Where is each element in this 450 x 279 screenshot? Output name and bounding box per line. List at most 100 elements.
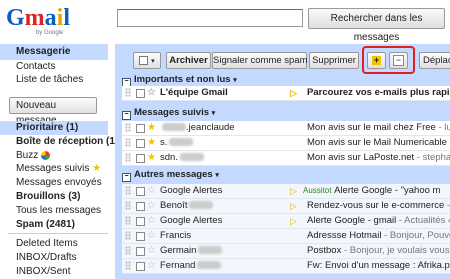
folder-deleted-items[interactable]: Deleted Items [16, 238, 78, 249]
row-checkbox[interactable] [136, 89, 145, 98]
folder-sent[interactable]: Messages envoyés [16, 177, 102, 188]
logo-text: Gmail [6, 5, 71, 31]
row-checkbox[interactable] [136, 232, 145, 241]
drag-handle-icon[interactable] [125, 186, 131, 195]
sidebar-item-messagerie[interactable]: Messagerie [16, 46, 70, 57]
importance-marker-icon[interactable]: ▷ [290, 86, 297, 100]
row-checkbox[interactable] [136, 124, 145, 133]
section-important-label: Importants et non lus [134, 74, 231, 85]
search-input[interactable] [117, 9, 303, 27]
collapse-icon: − [122, 173, 131, 182]
folder-spam[interactable]: Spam (2481) [16, 219, 75, 230]
drag-handle-icon[interactable] [125, 201, 131, 210]
star-icon[interactable]: ☆ [147, 229, 156, 243]
drag-handle-icon[interactable] [125, 216, 131, 225]
subject: Alerte Google - gmail - Actualités 4 [307, 215, 450, 226]
label-tag: Aussitot [303, 186, 332, 195]
mark-unimportant-button[interactable]: − [389, 52, 408, 69]
star-icon[interactable]: ☆ [147, 86, 156, 100]
sidebar-item-tasks[interactable]: Liste de tâches [16, 74, 83, 85]
email-row[interactable]: ☆ Google Alertes ▷ Alerte Google - gmail… [122, 214, 450, 229]
mark-important-button[interactable]: + [367, 52, 386, 69]
row-checkbox[interactable] [136, 187, 145, 196]
row-checkbox[interactable] [136, 202, 145, 211]
star-icon[interactable]: ☆ [147, 244, 156, 258]
folder-buzz-label: Buzz [16, 150, 39, 161]
sender: Germain [160, 244, 223, 258]
folder-buzz[interactable]: Buzz [16, 150, 51, 161]
collapse-icon: − [122, 111, 131, 120]
email-row[interactable]: ☆ Benoît ▷ Rendez-vous sur le e-commerce… [122, 199, 450, 214]
drag-handle-icon[interactable] [125, 261, 131, 270]
sender: .jeanclaude [160, 121, 235, 135]
folder-starred[interactable]: Messages suivis ★ [16, 163, 101, 174]
row-checkbox[interactable] [136, 139, 145, 148]
section-important[interactable]: − Importants et non lus ▾ [120, 74, 450, 87]
star-icon[interactable]: ☆ [147, 184, 156, 198]
star-icon[interactable]: ☆ [147, 214, 156, 228]
star-icon[interactable]: ☆ [147, 259, 156, 273]
drag-handle-icon[interactable] [125, 246, 131, 255]
row-checkbox[interactable] [136, 154, 145, 163]
email-row[interactable]: ☆ L'équipe Gmail ▷ Parcourez vos e-mails… [122, 86, 450, 101]
row-checkbox[interactable] [136, 262, 145, 271]
buzz-icon [41, 150, 51, 160]
redacted-name [189, 201, 214, 210]
email-row[interactable]: ★ s. Mon avis sur le Mail Numericable - [122, 136, 450, 151]
gmail-logo[interactable]: Gmail by Google [6, 6, 82, 42]
folder-inbox-drafts[interactable]: INBOX/Drafts [16, 252, 77, 263]
chevron-down-icon: ▾ [215, 172, 219, 179]
email-row[interactable]: ☆ Germain Postbox - Bonjour, je voulais … [122, 244, 450, 259]
drag-handle-icon[interactable] [125, 123, 131, 132]
sender: L'équipe Gmail [160, 87, 228, 98]
email-row[interactable]: ☆ Google Alertes ▷ Aussitot Alerte Googl… [122, 184, 450, 199]
compose-button[interactable]: Nouveau message [9, 97, 97, 126]
email-row[interactable]: ☆ Fernand Fw: Envoi d'un message : Afrik… [122, 259, 450, 274]
sender: Fernand [160, 259, 222, 273]
email-row[interactable]: ★ sdn. Mon avis sur LaPoste.net - stepha… [122, 151, 450, 166]
drag-handle-icon[interactable] [125, 231, 131, 240]
sender: s. [160, 136, 194, 150]
section-others[interactable]: − Autres messages ▾ [120, 169, 450, 182]
row-checkbox[interactable] [136, 247, 145, 256]
sender: Benoît [160, 199, 214, 213]
sender: Google Alertes [160, 215, 223, 226]
chevron-down-icon: ▾ [233, 77, 237, 84]
chevron-down-icon: ▾ [151, 58, 155, 65]
drag-handle-icon[interactable] [125, 88, 131, 97]
redacted-name [179, 153, 204, 162]
row-checkbox[interactable] [136, 217, 145, 226]
subject: Parcourez vos e-mails plus rapid [307, 87, 450, 98]
star-icon[interactable]: ☆ [147, 199, 156, 213]
delete-button[interactable]: Supprimer [309, 52, 359, 69]
star-icon[interactable]: ★ [147, 121, 156, 135]
importance-marker-icon[interactable]: ▷ [290, 184, 297, 198]
archive-button[interactable]: Archiver [166, 52, 211, 69]
folder-inbox[interactable]: Boîte de réception (1) [16, 136, 118, 147]
chevron-down-icon: ▾ [211, 110, 216, 117]
select-dropdown[interactable]: ▾ [133, 52, 161, 69]
folder-all-mail[interactable]: Tous les messages [16, 205, 101, 216]
subject: Aussitot Alerte Google - "yahoo m [303, 185, 441, 196]
move-to-button[interactable]: Déplace [419, 52, 450, 69]
subject: Rendez-vous sur le e-commerce - S [307, 200, 450, 211]
section-starred-label: Messages suivis [134, 107, 209, 118]
important-plus-icon: + [372, 55, 381, 65]
subject: Mon avis sur LaPoste.net - stephan [307, 152, 450, 163]
drag-handle-icon[interactable] [125, 153, 131, 162]
email-row[interactable]: ★ .jeanclaude Mon avis sur le mail chez … [122, 121, 450, 136]
report-spam-button[interactable]: Signaler comme spam [212, 52, 308, 69]
drag-handle-icon[interactable] [125, 138, 131, 147]
folder-drafts[interactable]: Brouillons (3) [16, 191, 80, 202]
email-row[interactable]: ☆ Francis Adressse Hotmail - Bonjour, Po… [122, 229, 450, 244]
sidebar-item-contacts[interactable]: Contacts [16, 61, 55, 72]
section-starred[interactable]: − Messages suivis ▾ [120, 107, 450, 120]
importance-marker-icon[interactable]: ▷ [290, 214, 297, 228]
star-icon[interactable]: ★ [147, 151, 156, 165]
folder-priority[interactable]: Prioritaire (1) [16, 122, 78, 133]
search-button[interactable]: Rechercher dans les messages [308, 8, 445, 43]
folder-inbox-sent[interactable]: INBOX/Sent [16, 266, 70, 277]
star-icon[interactable]: ★ [147, 136, 156, 150]
importance-marker-icon[interactable]: ▷ [290, 199, 297, 213]
sender: Francis [160, 230, 192, 241]
